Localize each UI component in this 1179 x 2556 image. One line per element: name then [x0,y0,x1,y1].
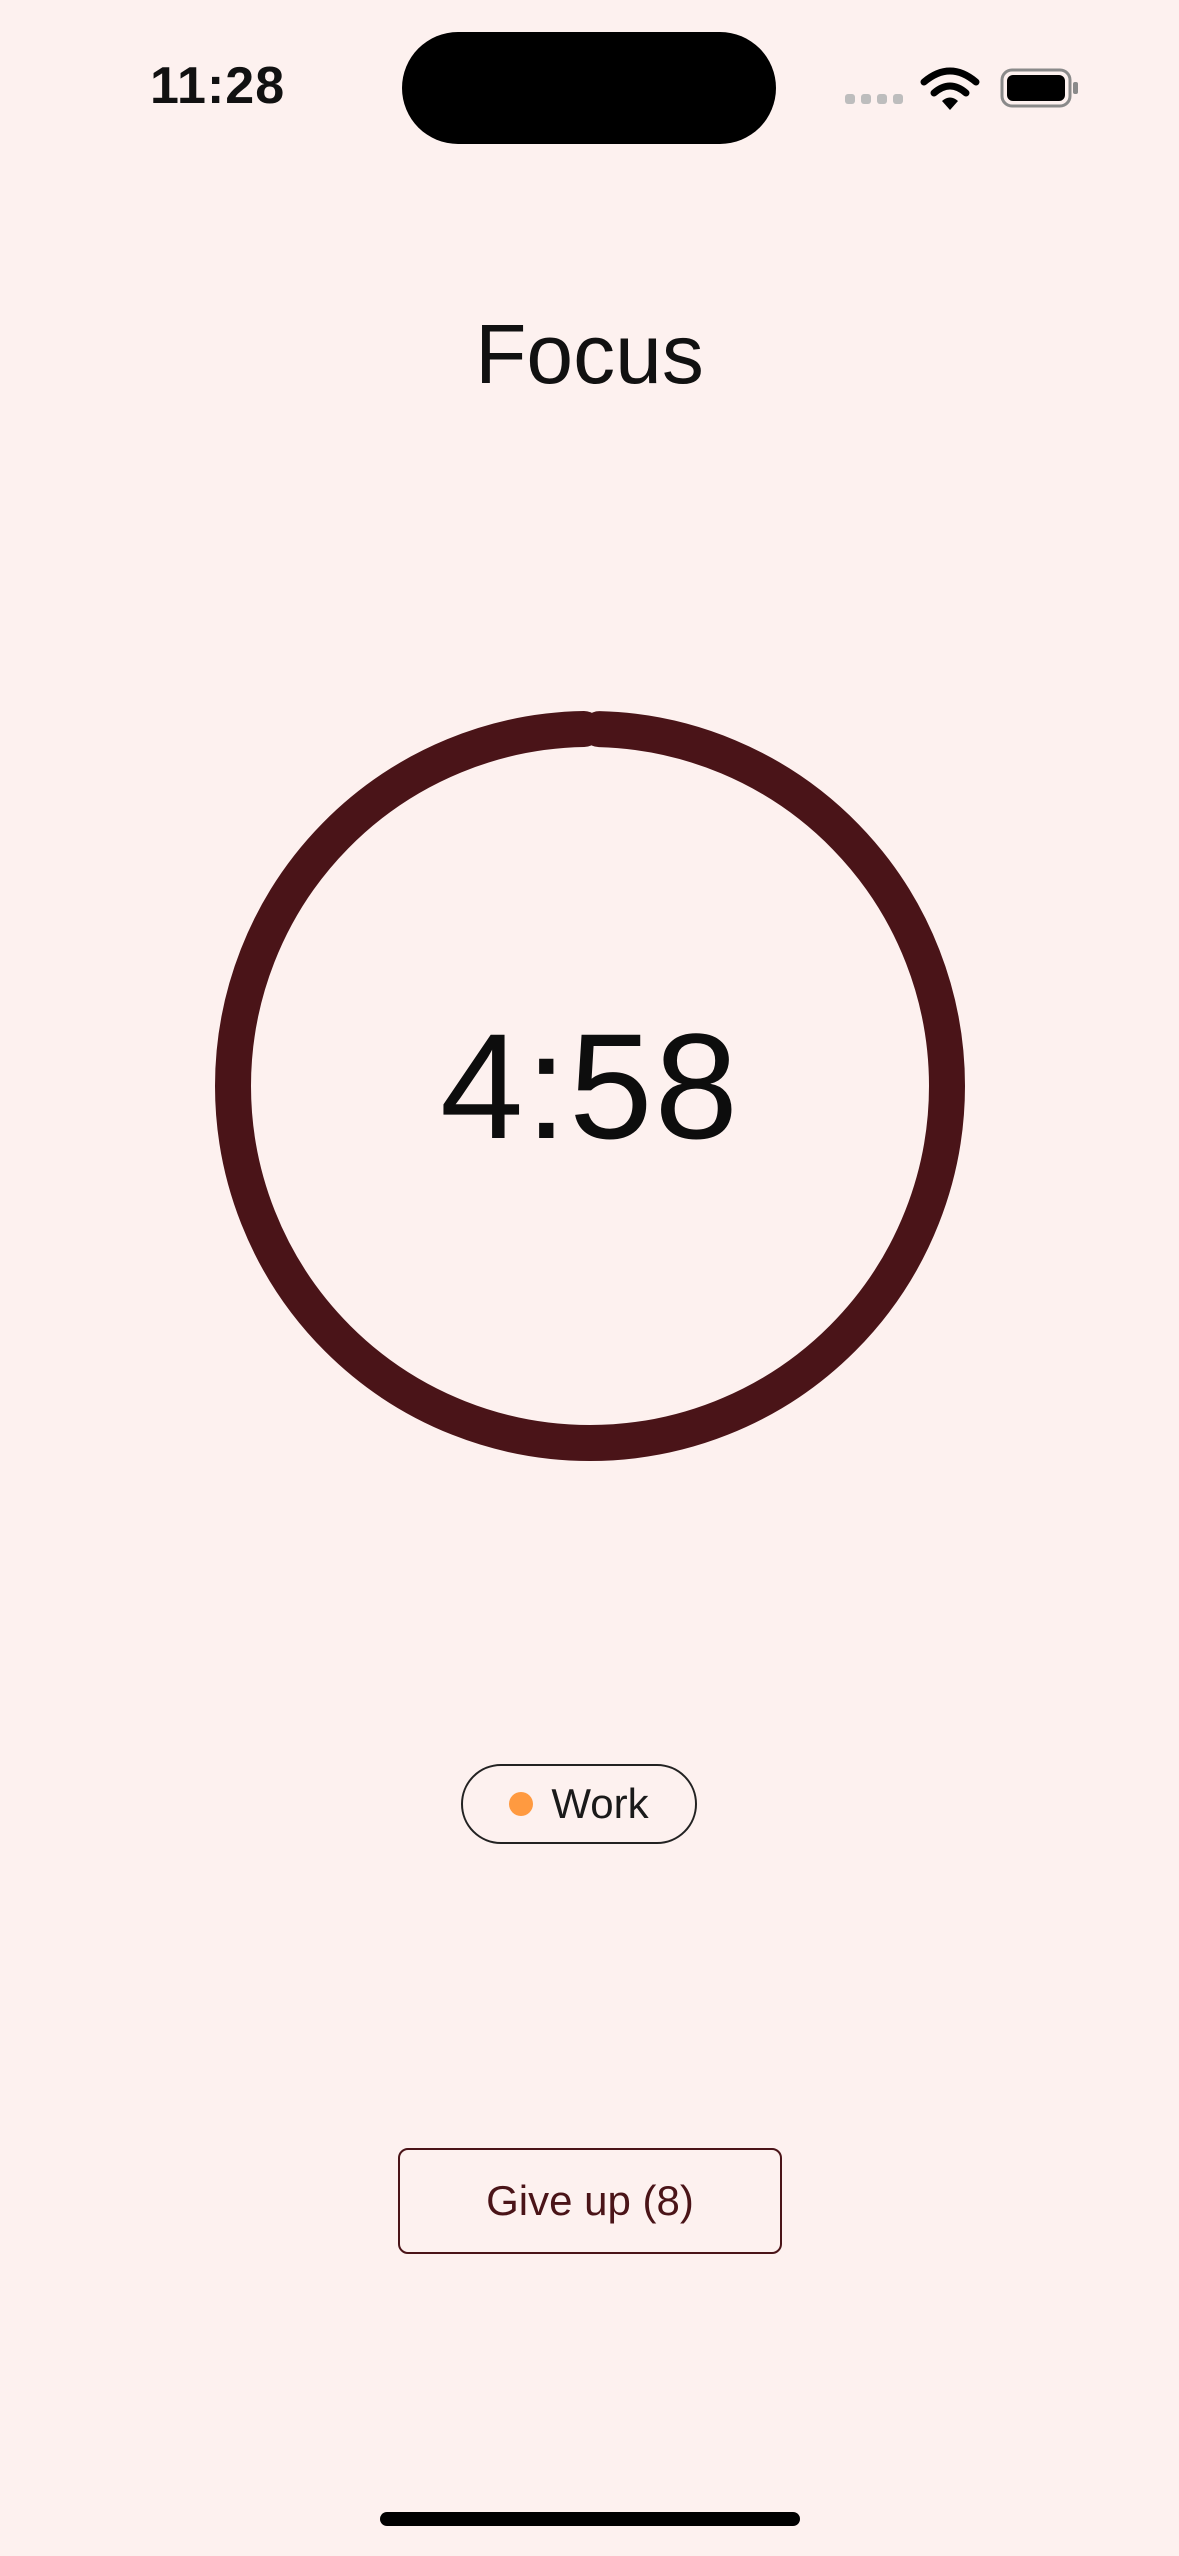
cellular-signal-icon [845,94,905,106]
tag-selector-button[interactable]: Work [461,1764,697,1844]
battery-icon [1000,68,1078,108]
tag-color-dot [509,1792,534,1816]
status-time: 11:28 [150,57,286,115]
timer-remaining: 4:58 [440,1001,740,1170]
page-title: Focus [475,307,704,401]
give-up-button[interactable]: Give up (8) [398,2148,782,2254]
tag-label: Work [551,1780,649,1827]
dynamic-island [402,32,776,144]
home-indicator [380,2512,800,2526]
wifi-icon [920,67,980,110]
